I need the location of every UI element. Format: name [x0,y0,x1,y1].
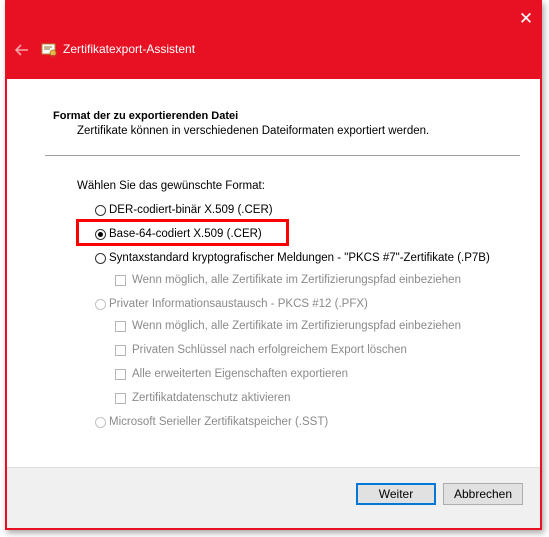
window-title: Zertifikatexport-Assistent [63,42,196,56]
wizard-content: Format der zu exportierenden Datei Zerti… [7,79,540,528]
checkbox-row-pfx-export-props: Alle erweiterten Eigenschaften exportier… [115,368,348,380]
certificate-icon [41,43,57,58]
radio-base64[interactable] [95,228,106,240]
option-der-label: DER-codiert-binär X.509 (.CER) [109,204,273,216]
checkbox-pfx-delete-key [115,344,126,356]
option-base64[interactable]: Base-64-codiert X.509 (.CER) [95,228,262,240]
wizard-footer: Weiter Abbrechen [7,467,540,528]
close-icon: ✕ [518,9,534,28]
header-separator [45,155,520,156]
pfx-privacy-label: Zertifikatdatenschutz aktivieren [132,392,291,404]
option-base64-label: Base-64-codiert X.509 (.CER) [109,228,262,240]
wizard-titlebar: Zertifikatexport-Assistent [5,34,542,66]
checkbox-pfx-include-all [115,320,126,332]
checkbox-row-pfx-privacy: Zertifikatdatenschutz aktivieren [115,392,291,404]
option-der[interactable]: DER-codiert-binär X.509 (.CER) [95,204,273,216]
radio-der[interactable] [95,204,106,216]
next-button[interactable]: Weiter [356,483,436,505]
back-arrow-icon[interactable] [12,40,32,60]
pfx-include-all-label: Wenn möglich, alle Zertifikate im Zertif… [132,320,461,332]
page-heading: Format der zu exportierenden Datei [53,110,239,122]
pfx-delete-key-label: Privaten Schlüssel nach erfolgreichem Ex… [132,344,407,356]
checkbox-row-pfx-include-all: Wenn möglich, alle Zertifikate im Zertif… [115,320,461,332]
option-pfx: Privater Informationsaustausch - PKCS #1… [95,298,368,310]
page-subheading: Zertifikate können in verschiedenen Date… [77,125,430,137]
option-sst-label: Microsoft Serieller Zertifikatspeicher (… [109,416,329,428]
checkbox-pfx-privacy [115,392,126,404]
pfx-export-props-label: Alle erweiterten Eigenschaften exportier… [132,368,349,380]
checkbox-row-pkcs7-include-all[interactable]: Wenn möglich, alle Zertifikate im Zertif… [115,274,461,286]
radio-sst [95,416,106,428]
option-sst: Microsoft Serieller Zertifikatspeicher (… [95,416,328,428]
cancel-button[interactable]: Abbrechen [443,483,523,505]
radio-pkcs7[interactable] [95,252,106,264]
option-pfx-label: Privater Informationsaustausch - PKCS #1… [109,298,368,310]
checkbox-row-pfx-delete-key: Privaten Schlüssel nach erfolgreichem Ex… [115,344,407,356]
format-prompt: Wählen Sie das gewünschte Format: [77,180,265,192]
checkbox-pfx-export-props [115,368,126,380]
radio-pfx [95,298,106,310]
option-pkcs7-label: Syntaxstandard kryptografischer Meldunge… [109,252,490,264]
checkbox-pkcs7-include-all[interactable] [115,274,126,286]
close-button[interactable]: ✕ [516,9,536,29]
option-pkcs7[interactable]: Syntaxstandard kryptografischer Meldunge… [95,252,490,264]
pkcs7-include-all-label: Wenn möglich, alle Zertifikate im Zertif… [132,274,461,286]
wizard-window: ✕ Zertifikatexport-Assistent Format der … [5,0,542,530]
